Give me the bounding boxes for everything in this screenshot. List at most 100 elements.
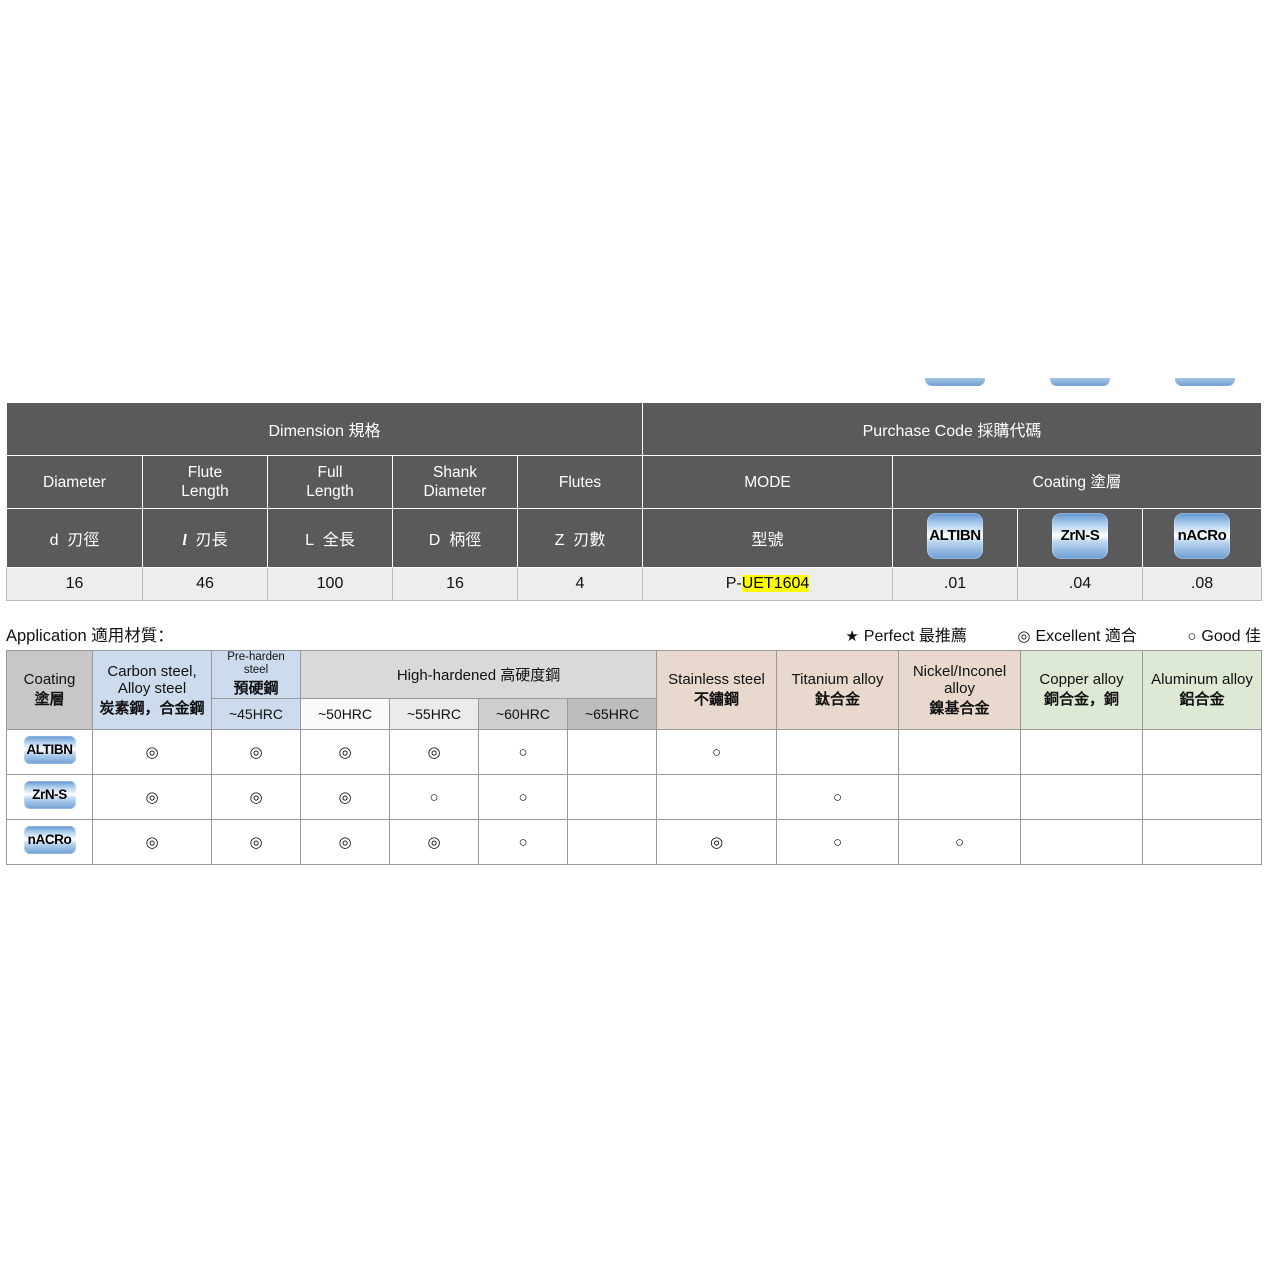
row-coating-zrns: ZrN-S (6, 774, 93, 820)
cell-altibn-nickel (898, 729, 1022, 775)
spec-group-purchase-code: Purchase Code 採購代碼 (642, 402, 1262, 456)
cell-nacro-aluminum (1142, 819, 1263, 865)
value-diameter: 16 (6, 567, 143, 601)
header-copper-alloy: Copper alloy 銅合金，銅 (1020, 650, 1144, 730)
cell-nacro-hrc45: ◎ (211, 819, 301, 865)
cell-altibn-hrc50: ◎ (300, 729, 390, 775)
header-flute-length-line2: Length (181, 483, 229, 500)
header-aluminum-cjk: 鋁合金 (1179, 691, 1225, 708)
header-coating: Coating 塗層 (892, 455, 1262, 509)
cutoff-badge-altibn: ALTIBN (925, 378, 985, 386)
cell-zrns-hrc60: ○ (478, 774, 568, 820)
header-copper-en: Copper alloy (1039, 671, 1124, 688)
header-preharden-cjk: 預硬鋼 (233, 680, 279, 697)
symbol-mode: 型號 (642, 508, 893, 568)
application-title: Application 適用材質： (6, 627, 174, 645)
header-carbon-cjk: 炭素鋼，合金鋼 (99, 699, 205, 717)
spec-value-row: 16 46 100 16 4 P-UET1604 .01 .04 .08 (6, 567, 1262, 601)
cell-altibn-hrc65 (566, 729, 658, 775)
legend-good-cjk: 佳 (1244, 628, 1261, 645)
header-preharden-en: Pre-harden steel (227, 651, 285, 676)
spec-symbol-header-row: d 刃徑 l 刃長 L 全長 D 柄徑 Z 刃數 型號 ALTIBN ZrN-S… (6, 508, 1262, 568)
symbol-diameter: d 刃徑 (6, 508, 143, 568)
application-table: Coating 塗層 Carbon steel, Alloy steel 炭素鋼… (6, 650, 1263, 865)
coating-badge-altibn-cell: ALTIBN (892, 508, 1018, 568)
symbol-L: L (305, 532, 314, 549)
header-nickel-en2: alloy (944, 679, 975, 697)
cutoff-badge-nacro: nACRo (1175, 378, 1235, 386)
legend-item-excellent: ◎ Excellent 適合 (1017, 628, 1141, 645)
specification-table: Dimension 規格 Purchase Code 採購代碼 Diameter… (6, 402, 1262, 601)
header-shank-diameter-line2: Diameter (423, 483, 487, 500)
spec-group-header-row: Dimension 規格 Purchase Code 採購代碼 (6, 402, 1262, 456)
row-coating-nacro: nACRo (6, 819, 93, 865)
legend-item-good: ○ Good 佳 (1187, 628, 1261, 645)
cell-zrns-carbon: ◎ (92, 774, 212, 820)
cell-zrns-copper (1020, 774, 1144, 820)
header-hrc-65: ~65HRC (566, 698, 658, 730)
row-coating-altibn: ALTIBN (6, 729, 93, 775)
cell-zrns-hrc50: ◎ (300, 774, 390, 820)
header-titanium-alloy: Titanium alloy 鈦合金 (776, 650, 900, 730)
symbol-Z: Z (554, 532, 565, 549)
zrns-badge-icon: ZrN-S (1052, 512, 1108, 559)
symbol-d-cjk: 刃徑 (67, 532, 100, 549)
header-stainless-steel: Stainless steel 不鏽鋼 (656, 650, 778, 730)
header-coating-en: Coating (23, 671, 76, 688)
legend-perfect-en: Perfect (863, 628, 915, 645)
header-full-length-line1: Full (317, 464, 343, 481)
application-legend-bar: Application 適用材質： ★ Perfect 最推薦 ◎ Excellen… (6, 622, 1261, 646)
header-nickel-inconel-alloy: Nickel/Inconel alloy 鎳基合金 (898, 650, 1022, 730)
header-hrc-45: ~45HRC (211, 698, 301, 730)
spec-group-dimension: Dimension 規格 (6, 402, 643, 456)
symbol-l-cjk: 刃長 (195, 532, 228, 549)
symbol-full-length: L 全長 (267, 508, 393, 568)
nacro-badge-icon: nACRo (1174, 512, 1230, 559)
cell-nacro-hrc60: ○ (478, 819, 568, 865)
table-row: ZrN-S ◎ ◎ ◎ ○ ○ ○ (6, 774, 1263, 820)
cell-nacro-hrc65 (566, 819, 658, 865)
header-high-hardened: High-hardened 高硬度鋼 (299, 650, 658, 699)
value-coating-zrns: .04 (1017, 567, 1143, 601)
spec-sheet-page: ALTIBN ZrN-S nACRo Dimension 規格 Purchase… (0, 0, 1267, 1267)
cell-zrns-titanium: ○ (776, 774, 900, 820)
spec-english-header-row: Diameter Flute Length Full Length Shank … (6, 455, 1262, 509)
symbol-d: d (49, 532, 59, 549)
mode-code-highlighted: UET1604 (741, 575, 810, 592)
cell-altibn-copper (1020, 729, 1144, 775)
symbol-L-cjk: 全長 (322, 532, 355, 549)
altibn-badge-icon: ALTIBN (927, 512, 983, 559)
header-flutes: Flutes (517, 455, 643, 509)
mode-code-prefix: P- (725, 575, 742, 592)
header-aluminum-en: Aluminum alloy (1151, 671, 1253, 688)
value-coating-nacro: .08 (1142, 567, 1262, 601)
cell-nacro-carbon: ◎ (92, 819, 212, 865)
header-carbon-alloy-steel: Carbon steel, Alloy steel 炭素鋼，合金鋼 (92, 650, 212, 730)
cutoff-badge-row: ALTIBN ZrN-S nACRo (0, 378, 1267, 403)
value-coating-altibn: .01 (892, 567, 1018, 601)
header-copper-cjk: 銅合金，銅 (1044, 691, 1120, 708)
header-nickel-cjk: 鎳基合金 (929, 699, 990, 717)
circle-icon: ○ (1187, 628, 1197, 645)
header-full-length-line2: Length (306, 483, 354, 500)
header-aluminum-alloy: Aluminum alloy 鋁合金 (1142, 650, 1263, 730)
legend-good-en: Good (1201, 628, 1241, 645)
header-diameter: Diameter (6, 455, 143, 509)
coating-badge-zrns-cell: ZrN-S (1017, 508, 1143, 568)
symbol-Z-cjk: 刃數 (573, 532, 606, 549)
header-mode: MODE (642, 455, 893, 509)
altibn-badge-icon: ALTIBN (23, 736, 76, 764)
header-stainless-en: Stainless steel (668, 671, 765, 688)
cell-zrns-stainless (656, 774, 778, 820)
cell-altibn-aluminum (1142, 729, 1263, 775)
double-circle-icon: ◎ (1017, 628, 1031, 645)
header-flute-length-line1: Flute (187, 464, 223, 481)
cell-nacro-copper (1020, 819, 1144, 865)
header-hrc-50: ~50HRC (300, 698, 390, 730)
header-carbon-en2: Alloy steel (117, 679, 187, 697)
header-stainless-cjk: 不鏽鋼 (694, 691, 740, 708)
header-flute-length: Flute Length (142, 455, 268, 509)
header-shank-diameter-line1: Shank (433, 464, 477, 481)
cell-nacro-stainless: ◎ (656, 819, 778, 865)
zrns-badge-icon: ZrN-S (23, 781, 76, 809)
